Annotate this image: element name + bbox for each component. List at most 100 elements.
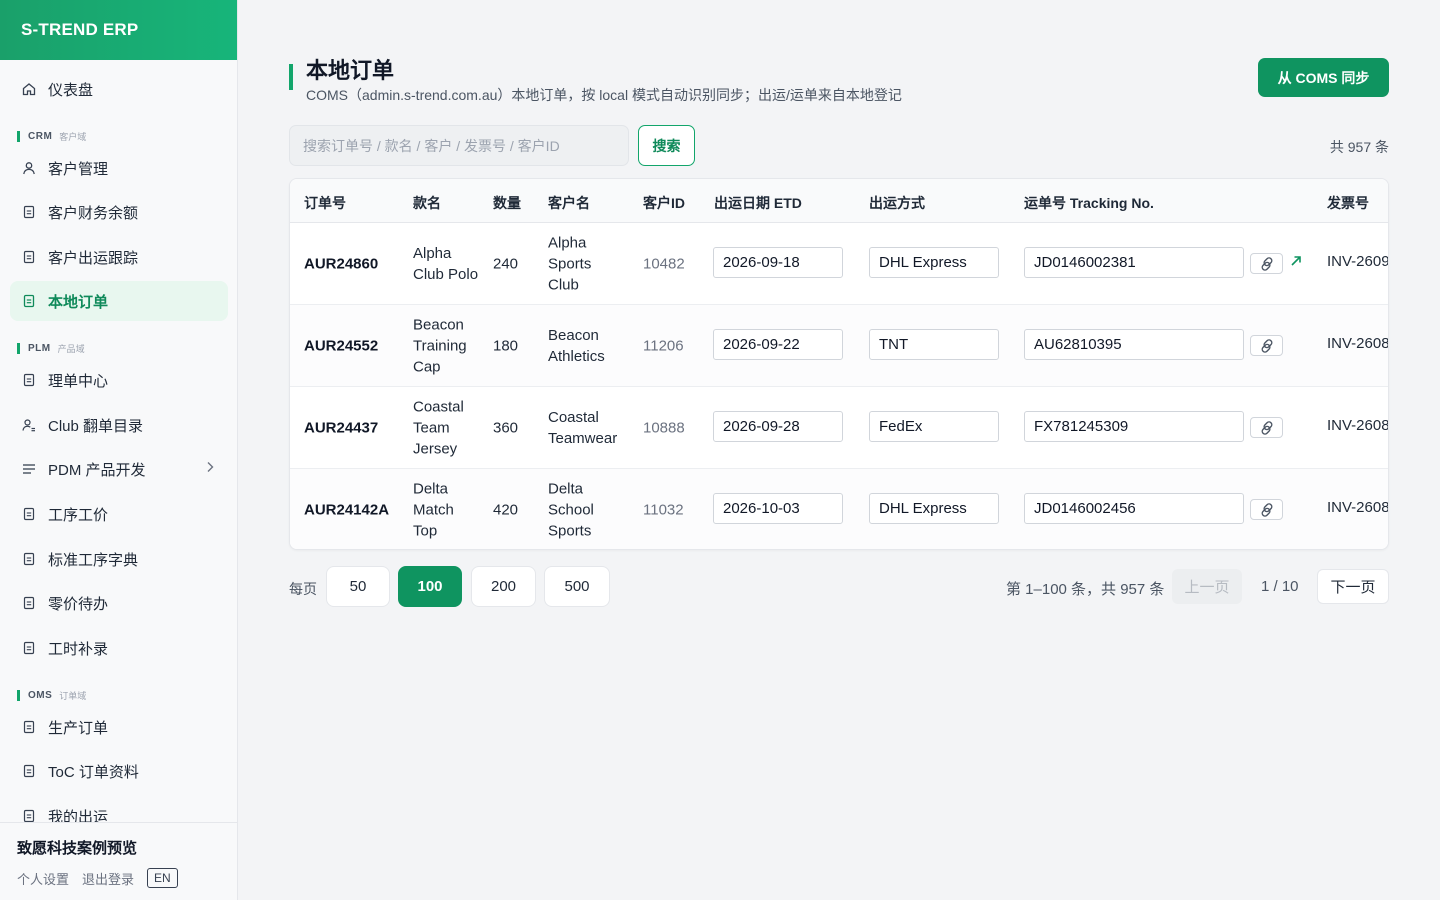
sidebar-item-club-catalog[interactable]: Club 翻单目录 — [10, 405, 228, 445]
section-oms: OMS 订单域 — [17, 689, 86, 702]
sidebar-item-label: 零价待办 — [48, 595, 109, 613]
user-list-icon — [22, 418, 36, 432]
section-crm: CRM 客户域 — [17, 130, 86, 143]
table-row: AUR24552 Beacon Training Cap 180 Beacon … — [290, 305, 1388, 387]
style-name: Beacon Training Cap — [413, 316, 467, 375]
document-icon — [22, 294, 36, 308]
sidebar-item-pdm[interactable]: PDM 产品开发 — [10, 449, 228, 489]
sidebar-item-finance[interactable]: 客户财务余额 — [10, 192, 228, 232]
quantity: 360 — [493, 419, 519, 436]
style-name: Coastal Team Jersey — [413, 398, 464, 457]
sidebar-footer: 致愿科技案例预览 个人设置 退出登录 EN — [0, 822, 237, 900]
quantity: 240 — [493, 255, 519, 272]
sidebar-item-label: Club 翻单目录 — [48, 417, 144, 435]
prev-page-button[interactable]: 上一页 — [1172, 569, 1242, 604]
sidebar-item-shipping[interactable]: 客户出运跟踪 — [10, 237, 228, 277]
sidebar-item-label: 仪表盘 — [48, 81, 94, 99]
sidebar-item-label: 客户出运跟踪 — [48, 249, 139, 267]
invoice-number: INV-2608 — [1327, 417, 1389, 434]
section-label: CRM — [28, 131, 53, 142]
document-icon — [22, 641, 36, 655]
sidebar-item-process-dict[interactable]: 标准工序字典 — [10, 539, 228, 579]
etd-input[interactable]: 2026-09-28 — [713, 411, 843, 442]
page-size-50[interactable]: 50 — [326, 566, 390, 607]
etd-input[interactable]: 2026-09-22 — [713, 329, 843, 360]
sidebar: S-TREND ERP 仪表盘 CRM 客户域 客户管理 客户财务余额 客户出运跟… — [0, 0, 238, 900]
page-range: 第 1–100 条，共 957 条 — [1006, 581, 1165, 598]
ship-method-input[interactable]: TNT — [869, 329, 999, 360]
logout-link[interactable]: 退出登录 — [82, 869, 134, 888]
customer-name: Beacon Athletics — [548, 326, 605, 365]
page-size-100[interactable]: 100 — [398, 566, 462, 607]
sidebar-item-local-orders[interactable]: 本地订单 — [10, 281, 228, 321]
external-link-icon[interactable] — [1290, 254, 1302, 271]
document-icon — [22, 373, 36, 387]
order-number[interactable]: AUR24142A — [304, 500, 389, 521]
order-number[interactable]: AUR24437 — [304, 417, 378, 438]
settings-link[interactable]: 个人设置 — [17, 869, 69, 888]
col-invoice: 发票号 — [1327, 195, 1369, 211]
next-page-button[interactable]: 下一页 — [1317, 569, 1389, 604]
link-icon[interactable] — [1250, 253, 1283, 274]
section-sublabel: 订单域 — [59, 691, 87, 701]
search-input[interactable] — [289, 125, 629, 166]
tracking-input[interactable]: JD0146002381 — [1024, 247, 1244, 278]
sidebar-item-piece-todo[interactable]: 零价待办 — [10, 583, 228, 623]
link-icon[interactable] — [1250, 335, 1283, 356]
ship-method-input[interactable]: FedEx — [869, 411, 999, 442]
col-method: 出运方式 — [869, 195, 925, 211]
quantity: 180 — [493, 337, 519, 354]
sync-coms-button[interactable]: 从 COMS 同步 — [1258, 58, 1389, 97]
tracking-input[interactable]: AU62810395 — [1024, 329, 1244, 360]
document-icon — [22, 596, 36, 610]
document-icon — [22, 552, 36, 566]
tracking-input[interactable]: FX781245309 — [1024, 411, 1244, 442]
sidebar-item-label: ToC 订单资料 — [48, 763, 139, 781]
sidebar-item-toc-orders[interactable]: ToC 订单资料 — [10, 751, 228, 791]
section-label: OMS — [28, 690, 53, 701]
sidebar-item-dashboard[interactable]: 仪表盘 — [10, 69, 228, 109]
sidebar-item-sheet-center[interactable]: 理单中心 — [10, 360, 228, 400]
sidebar-item-process-cost[interactable]: 工序工价 — [10, 494, 228, 534]
page-size-500[interactable]: 500 — [544, 566, 610, 607]
sidebar-item-label: 工时补录 — [48, 640, 109, 658]
order-number[interactable]: AUR24552 — [304, 335, 378, 356]
chevron-right-icon[interactable] — [206, 461, 214, 476]
etd-input[interactable]: 2026-10-03 — [713, 493, 843, 524]
col-customer-id: 客户ID — [643, 195, 685, 211]
orders-table: 订单号 款名 数量 客户名 客户ID 出运日期 ETD 出运方式 运单号 Tra… — [289, 178, 1389, 550]
link-icon[interactable] — [1250, 417, 1283, 438]
customer-name: Delta School Sports — [548, 480, 594, 540]
document-icon — [22, 720, 36, 734]
order-number[interactable]: AUR24860 — [304, 253, 378, 274]
tracking-input[interactable]: JD0146002456 — [1024, 493, 1244, 524]
sidebar-item-label: 客户管理 — [48, 160, 109, 178]
customer-name: Coastal Teamwear — [548, 408, 618, 447]
table-row: AUR24860 Alpha Club Polo 240 Alpha Sport… — [290, 223, 1388, 305]
etd-input[interactable]: 2026-09-18 — [713, 247, 843, 278]
customer-id: 10888 — [643, 419, 685, 436]
table-row: AUR24437 Coastal Team Jersey 360 Coastal… — [290, 387, 1389, 469]
page-indicator: 1 / 10 — [1261, 578, 1299, 595]
brand-logo: S-TREND ERP — [0, 0, 237, 60]
section-sublabel: 产品域 — [57, 344, 85, 354]
sidebar-item-label: 客户财务余额 — [48, 204, 139, 222]
language-toggle[interactable]: EN — [147, 868, 178, 888]
sidebar-item-my-shipping[interactable]: 我的出运 — [10, 796, 228, 822]
customer-id: 11032 — [643, 501, 684, 519]
per-page-label: 每页 — [289, 581, 317, 597]
sidebar-item-label: 本地订单 — [48, 293, 109, 311]
document-icon — [22, 507, 36, 521]
link-icon[interactable] — [1250, 499, 1283, 520]
sidebar-item-customers[interactable]: 客户管理 — [10, 148, 228, 188]
sidebar-item-label: 理单中心 — [48, 372, 109, 390]
ship-method-input[interactable]: DHL Express — [869, 247, 999, 278]
sidebar-item-hours-makeup[interactable]: 工时补录 — [10, 628, 228, 668]
style-name: Delta Match Top — [413, 480, 454, 540]
page-size-200[interactable]: 200 — [471, 566, 536, 607]
ship-method-input[interactable]: DHL Express — [869, 493, 999, 524]
search-button[interactable]: 搜索 — [638, 125, 695, 166]
section-plm: PLM 产品域 — [17, 342, 85, 355]
sidebar-item-prod-orders[interactable]: 生产订单 — [10, 707, 228, 747]
sidebar-item-label: 标准工序字典 — [48, 551, 139, 569]
